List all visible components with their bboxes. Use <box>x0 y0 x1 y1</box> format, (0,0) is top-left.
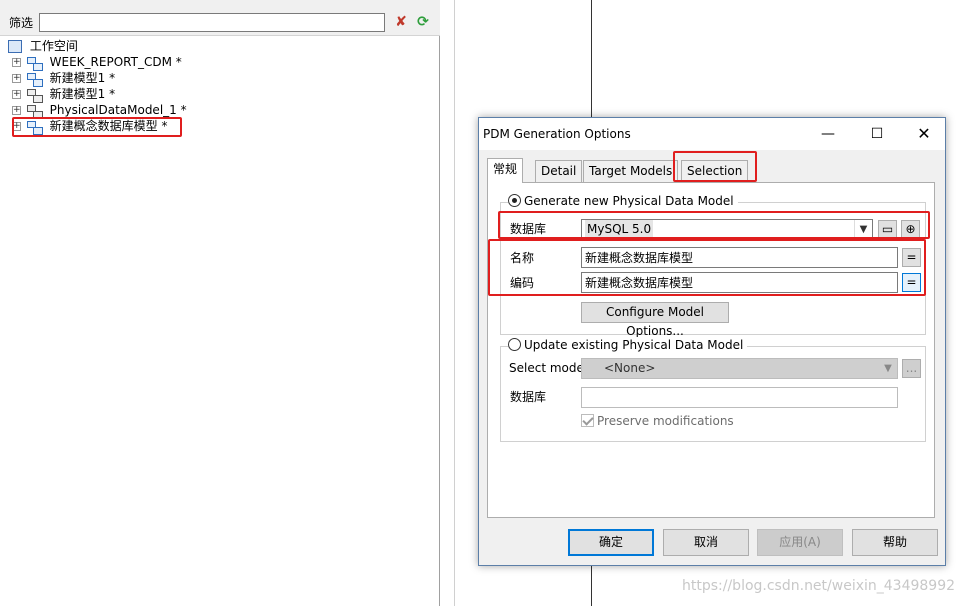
refresh-icon[interactable]: ⟳ <box>414 13 432 32</box>
ok-button[interactable]: 确定 <box>568 529 654 556</box>
chevron-down-icon[interactable]: ▼ <box>879 359 897 378</box>
general-tab-panel: Generate new Physical Data Model 数据库 MyS… <box>487 182 935 518</box>
cancel-button[interactable]: 取消 <box>663 529 749 556</box>
physical-model-icon <box>26 88 43 103</box>
conceptual-model-icon <box>26 56 43 71</box>
update-dbms-label: 数据库 <box>510 390 547 404</box>
apply-button[interactable]: 应用(A) <box>757 529 843 556</box>
configure-model-options-button[interactable]: Configure Model Options... <box>581 302 729 338</box>
update-existing-radio[interactable] <box>508 338 521 351</box>
update-existing-radio-row[interactable]: Update existing Physical Data Model <box>508 337 748 353</box>
select-model-select[interactable]: <None> ▼ <box>581 358 898 379</box>
select-model-label: Select model: <box>509 361 592 375</box>
tab-general[interactable]: 常规 <box>487 158 524 183</box>
preserve-modifications-checkbox[interactable] <box>581 414 594 427</box>
expand-icon[interactable]: + <box>12 90 21 99</box>
dialog-title: PDM Generation Options <box>483 127 631 141</box>
generate-new-label: Generate new Physical Data Model <box>524 194 734 208</box>
tree-item[interactable]: + 新建模型1 * <box>8 70 436 87</box>
conceptual-model-icon <box>26 72 43 87</box>
preserve-modifications-row[interactable]: Preserve modifications <box>581 413 734 429</box>
expand-icon[interactable]: + <box>12 74 21 83</box>
help-button[interactable]: 帮助 <box>852 529 938 556</box>
dialog-titlebar[interactable]: PDM Generation Options — ☐ ✕ <box>479 118 945 150</box>
browser-panel: 筛选 ✘ ⟳ 工作空间 + WEEK_REPORT_CDM * + 新建模型1 … <box>0 0 440 606</box>
tree-item-label: PhysicalDataModel_1 * <box>49 103 187 117</box>
physical-model-icon <box>26 104 43 119</box>
workspace-icon <box>8 40 22 53</box>
generate-new-radio-row[interactable]: Generate new Physical Data Model <box>508 193 738 209</box>
maximize-icon[interactable]: ☐ <box>862 122 892 146</box>
tab-detail[interactable]: Detail <box>535 160 583 182</box>
close-icon[interactable]: ✕ <box>909 122 939 146</box>
tree-item-label: 新建模型1 * <box>49 71 116 85</box>
generate-new-radio[interactable] <box>508 194 521 207</box>
tree-item[interactable]: + 新建模型1 * <box>8 86 436 103</box>
tree-item[interactable]: + WEEK_REPORT_CDM * <box>8 54 436 71</box>
expand-icon[interactable]: + <box>12 58 21 67</box>
tree-item-label: 新建模型1 * <box>49 87 116 101</box>
tree-root-label: 工作空间 <box>29 39 78 53</box>
update-dbms-input[interactable] <box>581 387 898 408</box>
expand-icon[interactable]: + <box>12 106 21 115</box>
clear-filter-icon[interactable]: ✘ <box>392 13 410 32</box>
tab-selection-highlight <box>673 151 757 182</box>
preserve-modifications-label: Preserve modifications <box>597 414 734 428</box>
filter-bar: 筛选 ✘ ⟳ <box>0 0 440 36</box>
dbms-highlight <box>498 211 930 239</box>
tree-root-workspace[interactable]: 工作空间 <box>8 38 436 54</box>
tree-item-label: WEEK_REPORT_CDM * <box>49 55 182 69</box>
update-existing-label: Update existing Physical Data Model <box>524 338 744 352</box>
tab-target-models[interactable]: Target Models <box>583 160 679 182</box>
filter-label: 筛选 <box>9 16 34 30</box>
browse-model-button[interactable]: ... <box>902 359 921 378</box>
select-model-value: <None> <box>604 361 656 375</box>
name-code-highlight <box>488 239 926 296</box>
watermark: https://blog.csdn.net/weixin_43498992 <box>682 578 956 594</box>
minimize-icon[interactable]: — <box>813 122 843 146</box>
tree-item-highlight <box>12 117 182 137</box>
tree-item[interactable]: + PhysicalDataModel_1 * <box>8 102 436 119</box>
filter-input[interactable] <box>39 13 385 32</box>
pdm-generation-dialog: PDM Generation Options — ☐ ✕ 常规 Detail T… <box>478 117 946 566</box>
